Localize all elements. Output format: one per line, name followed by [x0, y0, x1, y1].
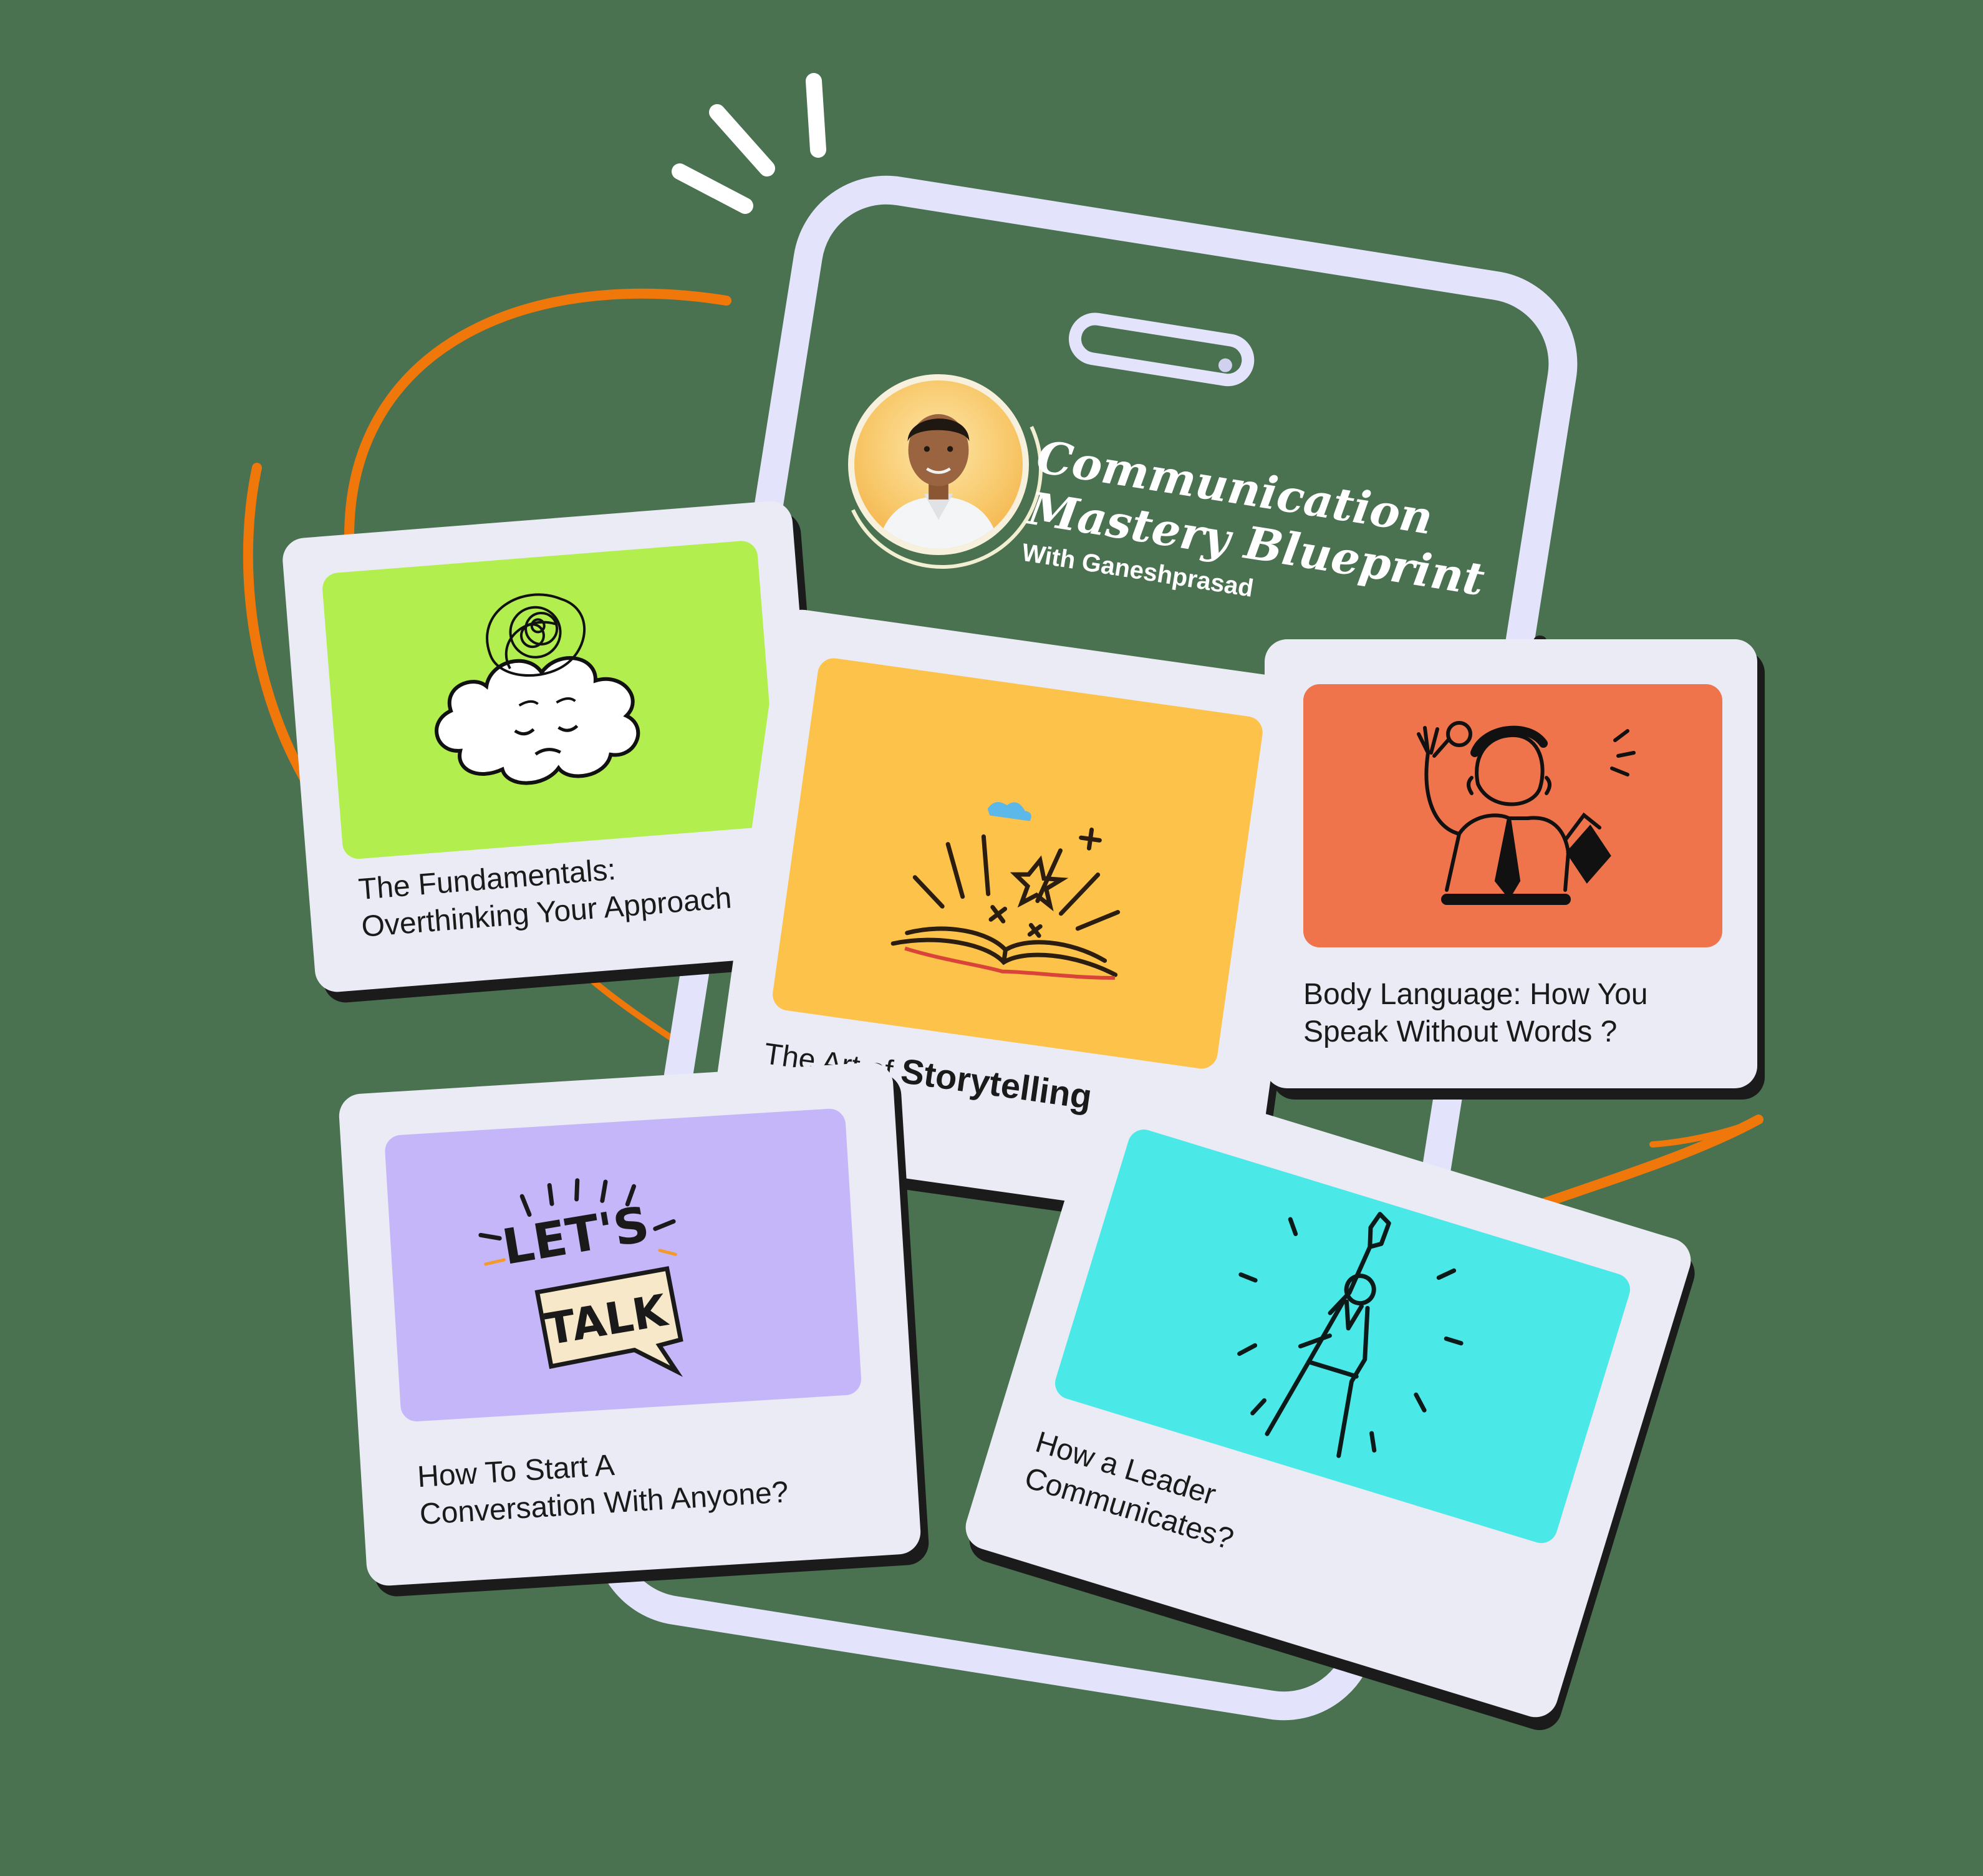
lets-text: LET'S	[499, 1196, 654, 1276]
instructor-avatar-wrap	[813, 339, 1071, 597]
lesson-thumbnail: LET'S TALK	[384, 1108, 862, 1423]
person-portrait-icon	[877, 414, 1000, 549]
avatar	[848, 374, 1029, 555]
lesson-thumbnail	[770, 656, 1265, 1071]
lets-talk-bubble-icon: LET'S TALK	[478, 1178, 683, 1377]
lesson-card-body-language[interactable]: Body Language: How You Speak Without Wor…	[1265, 639, 1757, 1088]
lesson-title: Body Language: How You Speak Without Wor…	[1303, 976, 1740, 1051]
tangled-thought-cloud-icon	[435, 593, 640, 785]
lesson-thumbnail	[1303, 684, 1722, 947]
lesson-thumbnail	[321, 539, 779, 860]
open-book-sparkles-icon	[890, 801, 1121, 980]
lesson-title-line-1: How To Start A	[416, 1448, 615, 1494]
waving-man-icon	[1417, 721, 1636, 905]
lesson-title-line-1: Body Language: How You	[1303, 978, 1648, 1011]
lesson-title-bold: Storytelling	[898, 1051, 1094, 1117]
lesson-title: How To Start A Conversation With Anyone?	[417, 1430, 894, 1534]
phone-notch	[1064, 309, 1258, 390]
camera-icon	[1217, 357, 1233, 374]
lesson-title-line-2: Speak Without Words ?	[1303, 1015, 1618, 1048]
lesson-card-conversation[interactable]: LET'S TALK How To Start A Conversation W…	[337, 1061, 922, 1587]
